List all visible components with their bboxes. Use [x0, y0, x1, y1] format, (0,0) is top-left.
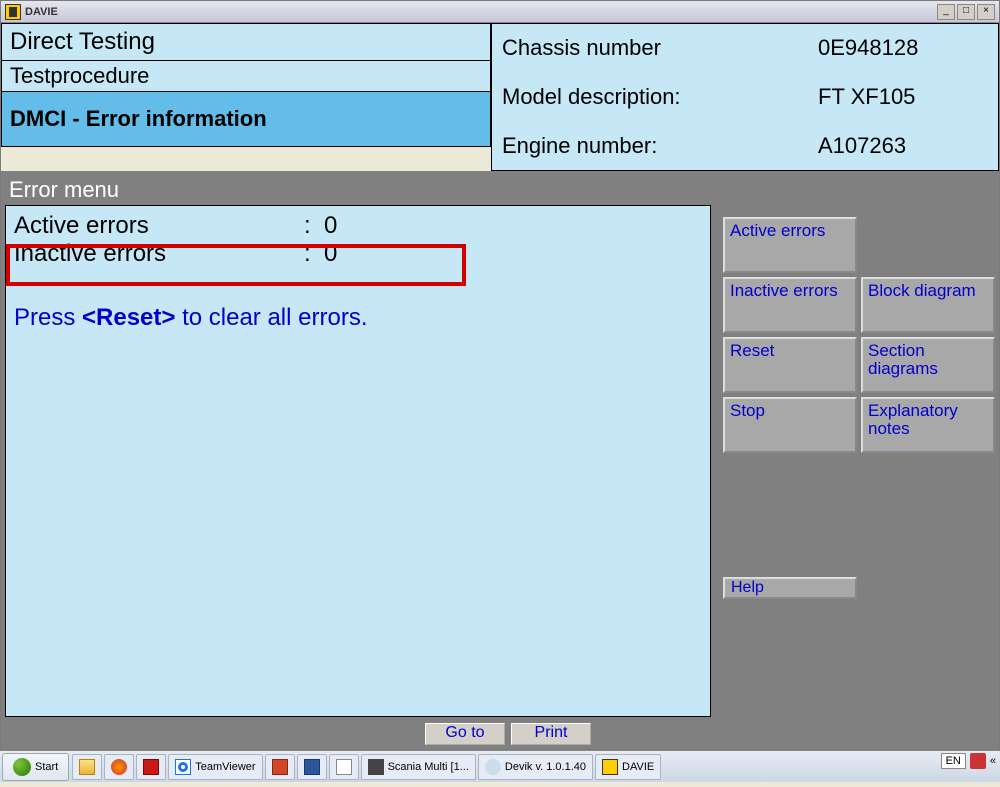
- taskbar-item-teamviewer[interactable]: TeamViewer: [168, 754, 262, 780]
- help-button[interactable]: Help: [723, 577, 857, 599]
- print-button[interactable]: Print: [511, 723, 591, 745]
- maximize-button[interactable]: □: [957, 4, 975, 20]
- taskbar-item-paint[interactable]: [329, 754, 359, 780]
- taskbar-item-explorer[interactable]: [72, 754, 102, 780]
- tray-icon[interactable]: [970, 753, 986, 769]
- breadcrumb-level3[interactable]: DMCI - Error information: [1, 92, 491, 147]
- app-window: DAVIE _ □ × Direct Testing Testprocedure…: [0, 0, 1000, 750]
- stop-button[interactable]: Stop: [723, 397, 857, 453]
- engine-value: A107263: [818, 128, 988, 163]
- titlebar: DAVIE _ □ ×: [1, 1, 999, 23]
- inactive-errors-row: Inactive errors : 0: [14, 240, 702, 268]
- system-tray: EN «: [941, 753, 996, 769]
- word-icon: [304, 759, 320, 775]
- model-label: Model description:: [502, 79, 818, 114]
- reset-instruction: Press <Reset> to clear all errors.: [14, 304, 702, 332]
- chassis-label: Chassis number: [502, 30, 818, 65]
- taskbar-item-word[interactable]: [297, 754, 327, 780]
- side-button-panel: Active errors Inactive errors Block diag…: [719, 175, 999, 749]
- inactive-errors-label: Inactive errors: [14, 240, 304, 268]
- active-errors-row: Active errors : 0: [14, 212, 702, 240]
- breadcrumb: Direct Testing Testprocedure DMCI - Erro…: [1, 23, 491, 171]
- firefox-icon: [111, 759, 127, 775]
- taskbar-item-app[interactable]: [136, 754, 166, 780]
- inactive-errors-button[interactable]: Inactive errors: [723, 277, 857, 333]
- model-value: FT XF105: [818, 79, 988, 114]
- bottom-button-row: Go to Print: [5, 723, 711, 745]
- engine-label: Engine number:: [502, 128, 818, 163]
- windows-orb-icon: [13, 758, 31, 776]
- taskbar-item-davie[interactable]: DAVIE: [595, 754, 661, 780]
- error-menu-title: Error menu: [5, 175, 711, 205]
- start-button[interactable]: Start: [2, 753, 69, 781]
- breadcrumb-level1[interactable]: Direct Testing: [1, 23, 491, 61]
- taskbar: Start TeamViewer Scania Multi [1... Devi…: [0, 750, 1000, 782]
- taskbar-item-firefox[interactable]: [104, 754, 134, 780]
- vehicle-info-panel: Chassis number 0E948128 Model descriptio…: [491, 23, 999, 171]
- eye-icon: [485, 759, 501, 775]
- language-indicator[interactable]: EN: [941, 753, 966, 769]
- content-column: Error menu Active errors : 0 Inactive er…: [1, 175, 715, 749]
- breadcrumb-level2[interactable]: Testprocedure: [1, 61, 491, 92]
- taskbar-item-scania[interactable]: Scania Multi [1...: [361, 754, 476, 780]
- inactive-errors-value: 0: [324, 240, 337, 268]
- active-errors-value: 0: [324, 212, 337, 240]
- active-errors-button[interactable]: Active errors: [723, 217, 857, 273]
- wrench-icon: [368, 759, 384, 775]
- error-body: Active errors : 0 Inactive errors : 0 Pr…: [5, 205, 711, 717]
- goto-button[interactable]: Go to: [425, 723, 505, 745]
- app-icon: [5, 4, 21, 20]
- main-area: Error menu Active errors : 0 Inactive er…: [1, 175, 999, 749]
- active-errors-label: Active errors: [14, 212, 304, 240]
- minimize-button[interactable]: _: [937, 4, 955, 20]
- explanatory-notes-button[interactable]: Explanatory notes: [861, 397, 995, 453]
- davie-icon: [602, 759, 618, 775]
- taskbar-item-powerpoint[interactable]: [265, 754, 295, 780]
- folder-icon: [79, 759, 95, 775]
- reset-button[interactable]: Reset: [723, 337, 857, 393]
- close-button[interactable]: ×: [977, 4, 995, 20]
- paint-icon: [336, 759, 352, 775]
- tray-chevron-icon[interactable]: «: [990, 755, 996, 767]
- chassis-value: 0E948128: [818, 30, 988, 65]
- taskbar-item-devik[interactable]: Devik v. 1.0.1.40: [478, 754, 593, 780]
- powerpoint-icon: [272, 759, 288, 775]
- section-diagrams-button[interactable]: Section diagrams: [861, 337, 995, 393]
- teamviewer-icon: [175, 759, 191, 775]
- red-app-icon: [143, 759, 159, 775]
- block-diagram-button[interactable]: Block diagram: [861, 277, 995, 333]
- header: Direct Testing Testprocedure DMCI - Erro…: [1, 23, 999, 175]
- window-title: DAVIE: [25, 6, 937, 18]
